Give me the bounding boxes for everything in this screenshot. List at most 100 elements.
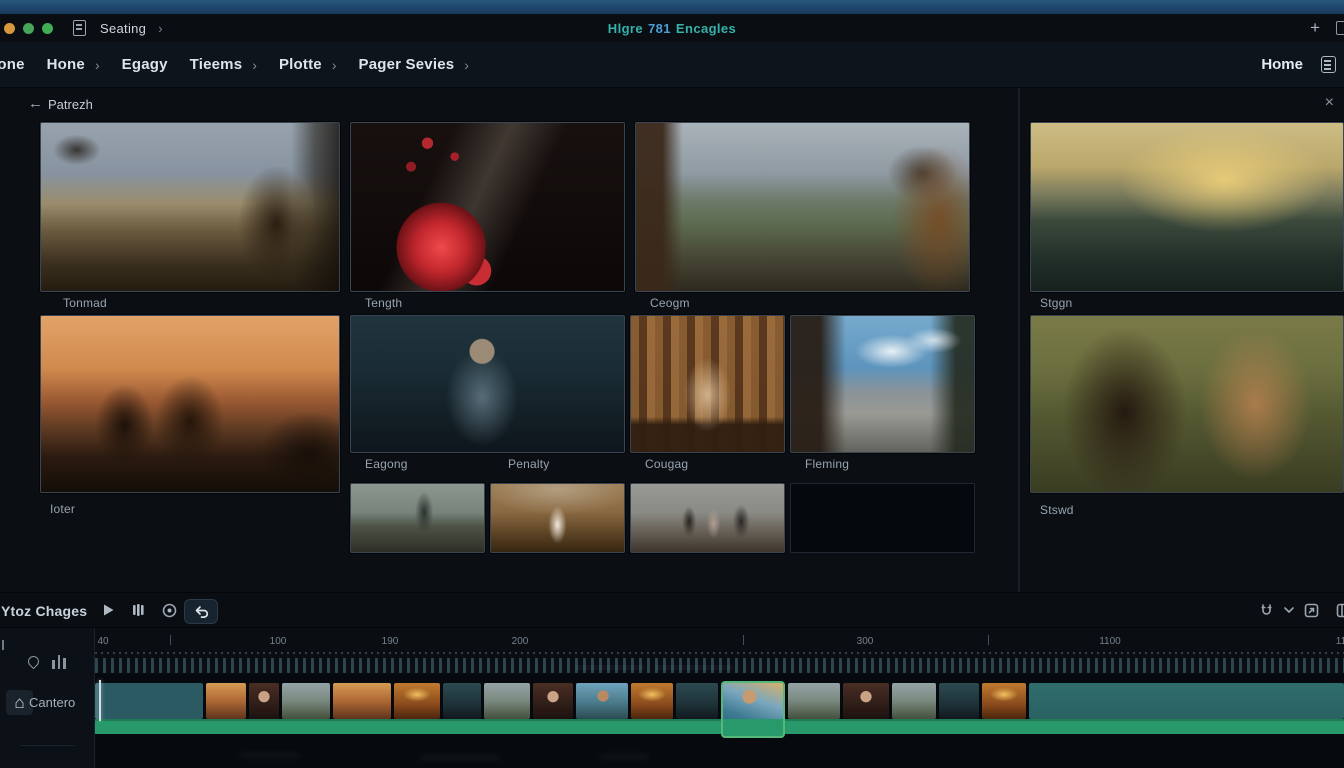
timeline-clip[interactable] <box>892 683 936 719</box>
timeline-clip[interactable] <box>982 683 1026 719</box>
media-label: Eagong <box>365 457 408 471</box>
breadcrumb-item-ione[interactable]: Ione <box>0 56 25 73</box>
close-icon[interactable]: × <box>1325 94 1334 112</box>
ruler-mark: 1100 <box>1099 636 1121 647</box>
media-thumbnail-small-2[interactable] <box>490 483 625 553</box>
ruler-mark: 100 <box>270 636 287 647</box>
desktop-strip <box>0 0 1344 14</box>
window-zoom-button[interactable] <box>42 23 53 34</box>
chevron-right-icon: › <box>95 57 100 73</box>
timeline-ruler[interactable]: 40 100 190 200 300 1100 11 <box>0 628 1344 658</box>
document-title[interactable]: Seating <box>100 21 146 36</box>
breadcrumb-item-egagy[interactable]: Egagy <box>122 56 168 73</box>
timeline-clip[interactable] <box>676 683 718 719</box>
timeline-clip[interactable] <box>484 683 530 719</box>
chevron-right-icon: › <box>332 57 337 73</box>
timeline-clip[interactable] <box>1029 683 1344 719</box>
timeline-clip[interactable] <box>206 683 246 719</box>
media-thumbnail-stggn[interactable] <box>1030 122 1344 292</box>
timeline-clip[interactable] <box>443 683 481 719</box>
media-thumbnail-stswd[interactable] <box>1030 315 1344 493</box>
media-thumbnail-small-1[interactable] <box>350 483 485 553</box>
breadcrumb-item-plotte[interactable]: Plotte <box>279 56 322 73</box>
media-thumbnail-fleming[interactable] <box>790 315 975 453</box>
reflection <box>420 755 500 760</box>
ruler-mark: 190 <box>382 636 399 647</box>
breadcrumb-item-pager-sevies[interactable]: Pager Sevies <box>358 56 454 73</box>
track-index-mark <box>2 640 4 650</box>
ruler-mark: 11 <box>1336 636 1344 647</box>
project-title-right: Encagles <box>676 21 736 36</box>
media-label: Stswd <box>1040 503 1074 517</box>
media-thumbnail-eagong[interactable] <box>350 315 625 453</box>
drop-icon[interactable] <box>26 654 42 670</box>
project-title-left: Hlgre <box>608 21 643 36</box>
divider <box>20 745 75 746</box>
media-thumbnail-ceogm[interactable] <box>635 122 970 292</box>
media-label: Penalty <box>508 457 549 471</box>
columns-icon[interactable] <box>130 602 146 618</box>
timeline-clip[interactable] <box>576 683 628 719</box>
ruler-mark: 200 <box>512 636 529 647</box>
timeline-clip[interactable] <box>282 683 330 719</box>
media-label: Tength <box>365 296 402 310</box>
window-close-button[interactable] <box>4 23 15 34</box>
media-label: Ioter <box>50 502 75 516</box>
new-tab-button[interactable]: + <box>1310 18 1320 38</box>
timeline-toolbar: Ytoz Chages <box>0 592 1344 628</box>
media-thumbnail-small-3[interactable] <box>630 483 785 553</box>
media-thumbnail-tonmad[interactable] <box>40 122 340 292</box>
project-title-number: 781 <box>648 21 671 36</box>
window-icon <box>1336 21 1344 35</box>
media-label: Stggn <box>1040 296 1072 310</box>
timeline-clip[interactable] <box>333 683 391 719</box>
undo-button[interactable] <box>184 599 218 624</box>
ruler-mark: 300 <box>857 636 874 647</box>
list-icon[interactable] <box>1321 56 1336 73</box>
timeline-clip[interactable] <box>249 683 279 719</box>
timeline-clip[interactable] <box>533 683 573 719</box>
play-icon[interactable] <box>100 602 116 618</box>
media-label: Tonmad <box>63 296 107 310</box>
media-thumbnail-cougag[interactable] <box>630 315 785 453</box>
breadcrumb-item-tieems[interactable]: Tieems <box>190 56 243 73</box>
timeline-clip[interactable] <box>939 683 979 719</box>
timeline-clip[interactable] <box>95 683 203 719</box>
home-button[interactable]: Home <box>1261 56 1303 73</box>
timeline-track-header: ⌂ Cantero <box>0 628 95 768</box>
breadcrumb-item-hone[interactable]: Hone <box>47 56 85 73</box>
ruler-minor-ticks <box>95 652 1344 654</box>
home-icon: ⌂ <box>14 694 24 711</box>
audio-track[interactable] <box>95 719 1344 734</box>
media-thumbnail-ioter[interactable] <box>40 315 340 493</box>
panel-icon[interactable] <box>1335 602 1344 619</box>
window-minimize-button[interactable] <box>23 23 34 34</box>
ruler-tick <box>170 635 171 645</box>
window-controls <box>0 23 53 34</box>
breadcrumb: Ione Hone › Egagy Tieems › Plotte › Page… <box>0 42 1344 88</box>
reflection <box>600 754 650 759</box>
chevron-right-icon: › <box>252 57 257 73</box>
expand-icon[interactable] <box>1303 602 1320 619</box>
timeline-clip[interactable] <box>394 683 440 719</box>
media-thumbnail-tength[interactable] <box>350 122 625 292</box>
media-label: Cougag <box>645 457 688 471</box>
media-thumbnail-empty-slot[interactable] <box>790 483 975 553</box>
timeline-clip[interactable] <box>631 683 673 719</box>
back-arrow-icon[interactable]: ← <box>28 95 43 112</box>
track-label: Cantero <box>29 695 75 710</box>
record-icon[interactable] <box>161 602 178 619</box>
magnet-icon[interactable] <box>1258 602 1275 619</box>
playhead[interactable] <box>99 680 101 721</box>
timeline-clip[interactable] <box>843 683 889 719</box>
chevron-down-icon[interactable] <box>1283 606 1295 614</box>
titlebar: Seating › Hlgre 781 Encagles + <box>0 14 1344 42</box>
timeline-clip-selected[interactable] <box>721 681 785 738</box>
timeline-clip[interactable] <box>788 683 840 719</box>
back-label: Patrezh <box>48 97 93 112</box>
app-window: Seating › Hlgre 781 Encagles + Ione Hone… <box>0 0 1344 768</box>
reflection <box>240 753 300 758</box>
chevron-right-icon: › <box>464 57 469 73</box>
mixer-bars-icon[interactable] <box>52 655 66 669</box>
media-library-panel: ← Patrezh × Tonmad Tength Ceogm Stggn Ea… <box>0 88 1344 592</box>
